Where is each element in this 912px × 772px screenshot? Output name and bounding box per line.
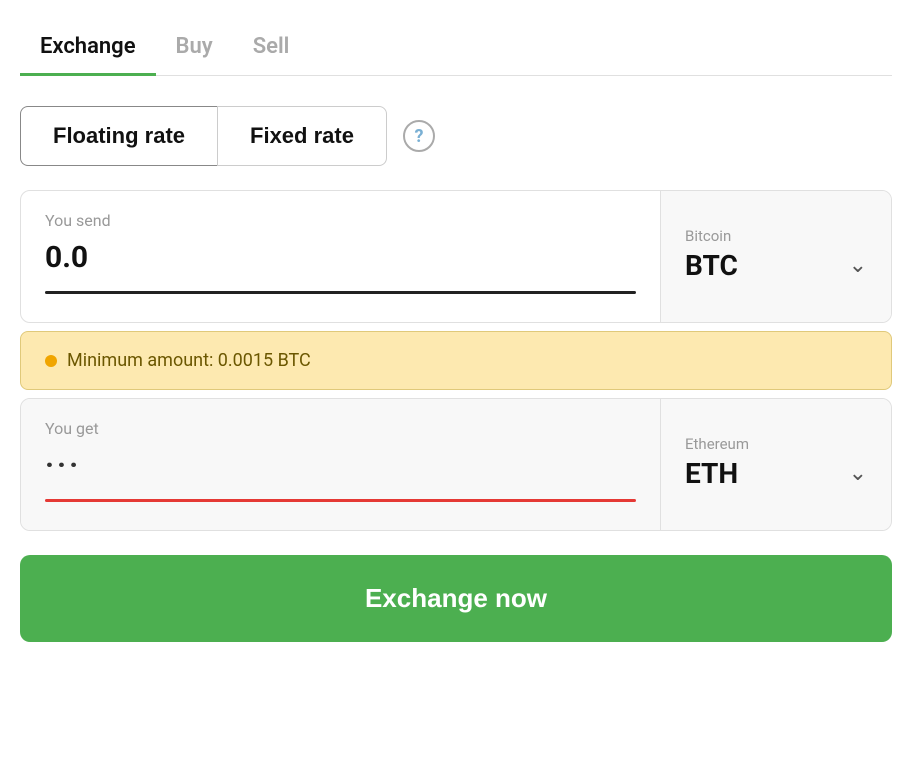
get-currency-code: ETH <box>685 457 738 490</box>
get-chevron-icon: ⌄ <box>849 461 867 486</box>
floating-rate-button[interactable]: Floating rate <box>20 106 217 166</box>
get-label: You get <box>45 419 636 438</box>
tab-buy[interactable]: Buy <box>156 20 233 76</box>
get-value: ··· <box>45 448 636 483</box>
send-currency-code: BTC <box>685 249 738 282</box>
send-currency-selector[interactable]: Bitcoin BTC ⌄ <box>661 191 891 322</box>
send-currency-code-row: BTC ⌄ <box>685 249 867 282</box>
send-input-area[interactable]: You send 0.0 <box>21 191 661 322</box>
rate-toggle: Floating rate Fixed rate ? <box>20 106 892 166</box>
fixed-rate-button[interactable]: Fixed rate <box>217 106 387 166</box>
get-panel: You get ··· Ethereum ETH ⌄ <box>20 398 892 531</box>
get-input-area[interactable]: You get ··· <box>21 399 661 530</box>
get-currency-name: Ethereum <box>685 435 867 453</box>
send-label: You send <box>45 211 636 230</box>
send-underline <box>45 291 636 294</box>
send-currency-name: Bitcoin <box>685 227 867 245</box>
warning-dot-icon <box>45 355 57 367</box>
exchange-now-button[interactable]: Exchange now <box>20 555 892 642</box>
help-icon[interactable]: ? <box>403 120 435 152</box>
send-panel: You send 0.0 Bitcoin BTC ⌄ <box>20 190 892 323</box>
app-container: Exchange Buy Sell Floating rate Fixed ra… <box>20 20 892 642</box>
get-underline <box>45 499 636 502</box>
send-value: 0.0 <box>45 240 636 275</box>
tab-exchange[interactable]: Exchange <box>20 20 156 76</box>
get-currency-code-row: ETH ⌄ <box>685 457 867 490</box>
get-currency-selector[interactable]: Ethereum ETH ⌄ <box>661 399 891 530</box>
warning-message: Minimum amount: 0.0015 BTC <box>67 350 311 371</box>
send-chevron-icon: ⌄ <box>849 253 867 278</box>
tab-bar: Exchange Buy Sell <box>20 20 892 76</box>
tab-sell[interactable]: Sell <box>233 20 310 76</box>
warning-bar: Minimum amount: 0.0015 BTC <box>20 331 892 390</box>
